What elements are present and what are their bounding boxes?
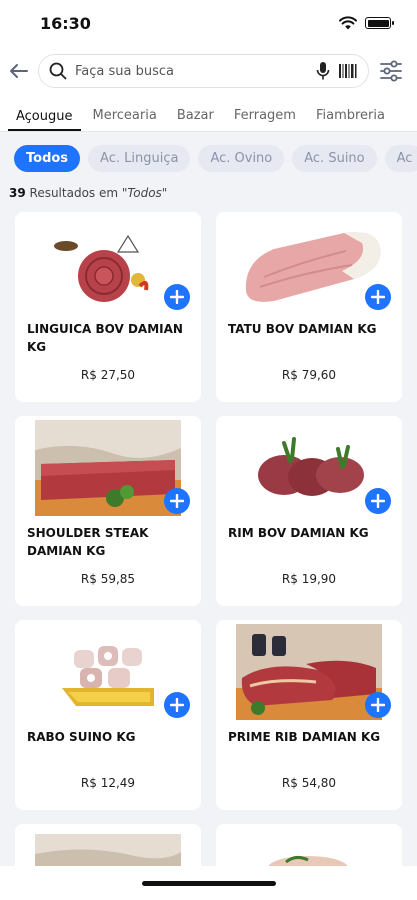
product-name: SHOULDER STEAK DAMIAN KG [27, 526, 149, 558]
product-price: R$ 19,90 [281, 572, 337, 586]
plus-icon [170, 698, 184, 712]
plus-icon [371, 290, 385, 304]
product-card[interactable]: RIM BOV DAMIAN KG R$ 19,90 [216, 416, 402, 606]
results-filter: Todos [127, 186, 162, 200]
tab-ferragem[interactable]: Ferragem [226, 108, 304, 131]
results-close-quote: " [161, 186, 168, 200]
battery-icon [365, 17, 394, 29]
search-input[interactable] [75, 63, 308, 79]
arrow-left-icon [10, 64, 28, 78]
product-name: RABO SUINO KG [27, 730, 136, 744]
add-to-cart-button[interactable] [164, 284, 190, 310]
product-name: RIM BOV DAMIAN KG [228, 526, 369, 540]
category-tabs: Açougue Mercearia Bazar Ferragem Fiambre… [0, 96, 417, 132]
product-image-rim [216, 416, 402, 520]
wifi-icon [339, 16, 357, 30]
plus-icon [371, 698, 385, 712]
add-to-cart-button[interactable] [164, 488, 190, 514]
plus-icon [170, 290, 184, 304]
product-image-rabo-suino [15, 620, 201, 724]
plus-icon [371, 494, 385, 508]
plus-icon [170, 494, 184, 508]
product-price: R$ 59,85 [80, 572, 136, 586]
product-card[interactable]: LINGUICA BOV DAMIAN KG R$ 27,50 [15, 212, 201, 402]
subcategory-chips: Todos Ac. Linguiça Ac. Ovino Ac. Suino A… [0, 132, 417, 184]
product-price: R$ 12,49 [80, 776, 136, 790]
product-price: R$ 54,80 [281, 776, 337, 790]
chip-todos[interactable]: Todos [14, 144, 81, 172]
product-card[interactable]: TATU BOV DAMIAN KG R$ 79,60 [216, 212, 402, 402]
chip-ac-suino[interactable]: Ac. Suino [292, 144, 377, 172]
add-to-cart-button[interactable] [365, 488, 391, 514]
product-grid: LINGUICA BOV DAMIAN KG R$ 27,50 TATU BOV… [0, 206, 417, 810]
product-price: R$ 79,60 [281, 368, 337, 382]
search-header [0, 46, 417, 96]
tab-fiambreria[interactable]: Fiambreria [308, 108, 393, 131]
back-button[interactable] [8, 60, 30, 82]
tab-acougue[interactable]: Açougue [8, 109, 81, 131]
product-name: PRIME RIB DAMIAN KG [228, 730, 381, 744]
home-indicator-bar [0, 866, 417, 900]
product-image-shoulder-steak [15, 416, 201, 520]
results-number: 39 [9, 186, 26, 200]
product-price: R$ 27,50 [80, 368, 136, 382]
home-indicator[interactable] [141, 880, 276, 886]
add-to-cart-button[interactable] [365, 284, 391, 310]
microphone-icon[interactable] [316, 61, 330, 81]
product-image-tatu [216, 212, 402, 316]
filter-button[interactable] [377, 57, 405, 85]
product-card[interactable]: SHOULDER STEAK DAMIAN KG R$ 59,85 [15, 416, 201, 606]
product-name: TATU BOV DAMIAN KG [228, 322, 377, 336]
product-card[interactable]: RABO SUINO KG R$ 12,49 [15, 620, 201, 810]
search-icon [49, 62, 67, 80]
results-count: 39 Resultados em "Todos" [0, 184, 417, 206]
barcode-icon[interactable] [338, 63, 358, 79]
chip-ac-ovino[interactable]: Ac. Ovino [198, 144, 285, 172]
tab-mercearia[interactable]: Mercearia [85, 108, 165, 131]
status-icons [339, 16, 394, 30]
tab-bazar[interactable]: Bazar [169, 108, 222, 131]
filter-sliders-icon [380, 60, 402, 82]
product-image-linguica [15, 212, 201, 316]
status-bar: 16:30 [0, 0, 417, 46]
add-to-cart-button[interactable] [164, 692, 190, 718]
add-to-cart-button[interactable] [365, 692, 391, 718]
chip-ac-more[interactable]: Ac [384, 144, 417, 172]
product-image-prime-rib [216, 620, 402, 724]
product-name: LINGUICA BOV DAMIAN KG [27, 322, 183, 354]
chip-ac-linguica[interactable]: Ac. Linguiça [88, 144, 191, 172]
search-box [38, 54, 369, 88]
status-time: 16:30 [40, 13, 91, 33]
results-text: Resultados em " [25, 186, 128, 200]
product-card[interactable]: PRIME RIB DAMIAN KG R$ 54,80 [216, 620, 402, 810]
